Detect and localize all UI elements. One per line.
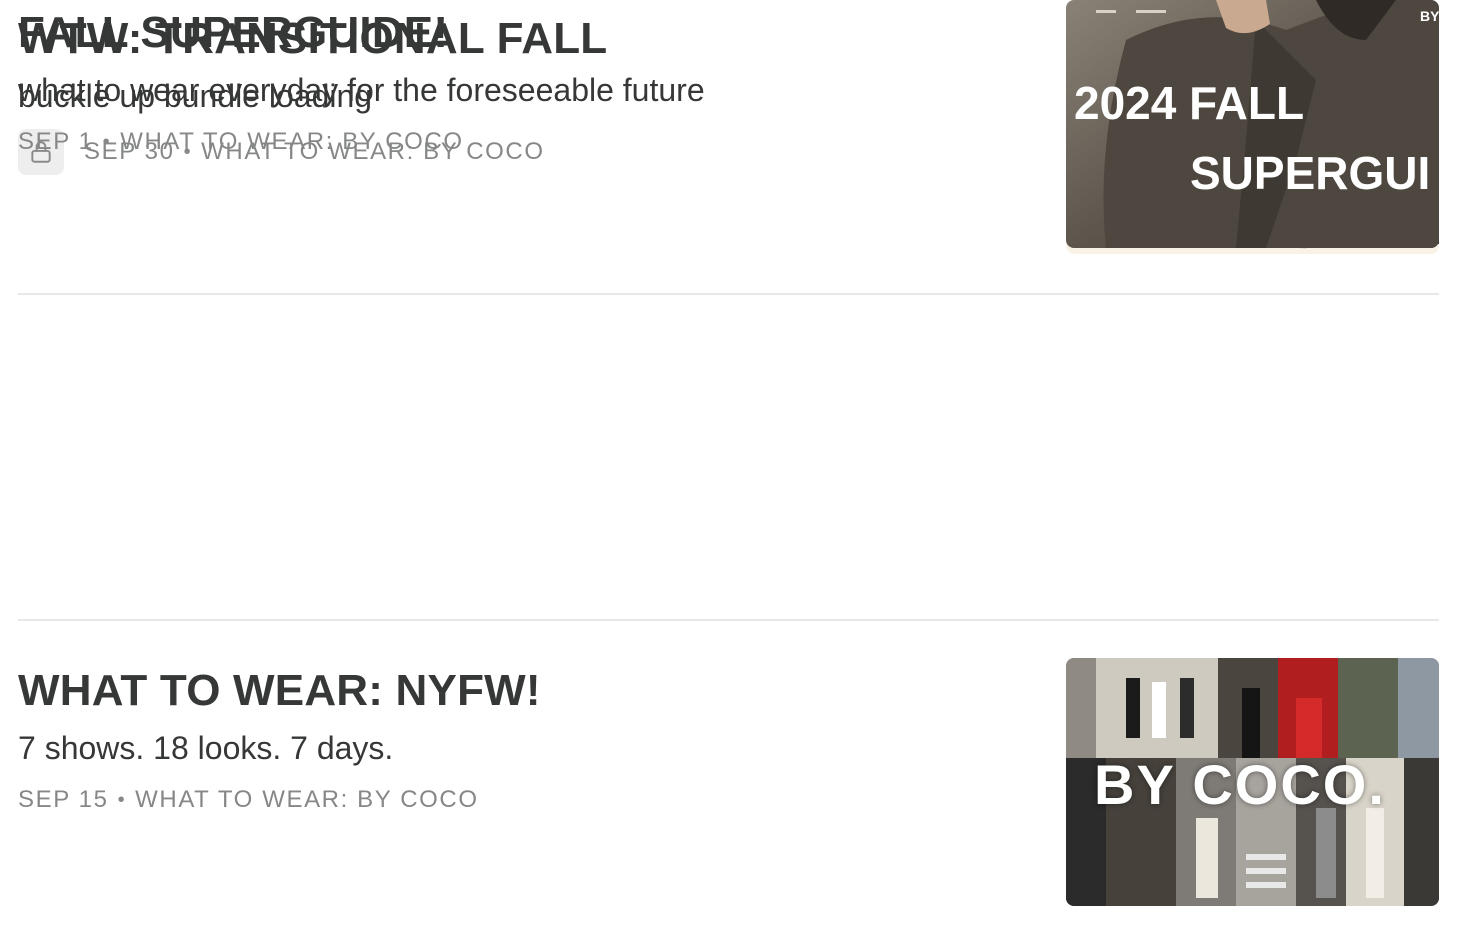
post-subtitle: 7 shows. 18 looks. 7 days. <box>18 730 394 766</box>
post-title[interactable]: FALL SUPERGUIDE! <box>18 0 1028 58</box>
post-date: SEP 15 <box>18 786 109 813</box>
post-meta: SEP 15 • WHAT TO WEAR: BY COCO <box>18 785 1028 815</box>
post-publication: WHAT TO WEAR: BY COCO <box>120 128 464 155</box>
thumbnail-corner-text: BY <box>1420 8 1439 24</box>
post-divider <box>18 619 1439 621</box>
post-publication: WHAT TO WEAR: BY COCO <box>135 786 479 813</box>
post-feed: WTW: TRANSITIONAL FALL buckle up bundle … <box>0 0 1460 932</box>
post-thumbnail[interactable]: BY COCO. <box>1066 658 1439 906</box>
post-date: SEP 1 <box>18 128 94 155</box>
post-text: FALL SUPERGUIDE! what to wear everyday f… <box>18 0 1028 157</box>
thumbnail-caption: BY COCO. <box>1094 753 1386 816</box>
meta-separator: • <box>117 788 127 811</box>
thumbnail-caption-line2: SUPERGUI <box>1190 147 1431 199</box>
post-meta: SEP 1 • WHAT TO WEAR: BY COCO <box>18 127 1028 157</box>
post-item-fall-superguide[interactable]: FALL SUPERGUIDE! what to wear everyday f… <box>18 0 1439 250</box>
post-text: WHAT TO WEAR: NYFW! 7 shows. 18 looks. 7… <box>18 658 1028 815</box>
post-title[interactable]: WHAT TO WEAR: NYFW! <box>18 658 1028 716</box>
post-divider <box>18 293 1439 295</box>
post-item-what-to-wear-nyfw[interactable]: WHAT TO WEAR: NYFW! 7 shows. 18 looks. 7… <box>18 658 1439 908</box>
post-subtitle: what to wear everyday for the foreseeabl… <box>18 72 705 108</box>
meta-separator: • <box>102 130 112 153</box>
thumbnail-caption-line1: 2024 FALL <box>1074 77 1305 129</box>
post-thumbnail[interactable]: 2024 FALL SUPERGUI BY <box>1066 0 1439 248</box>
